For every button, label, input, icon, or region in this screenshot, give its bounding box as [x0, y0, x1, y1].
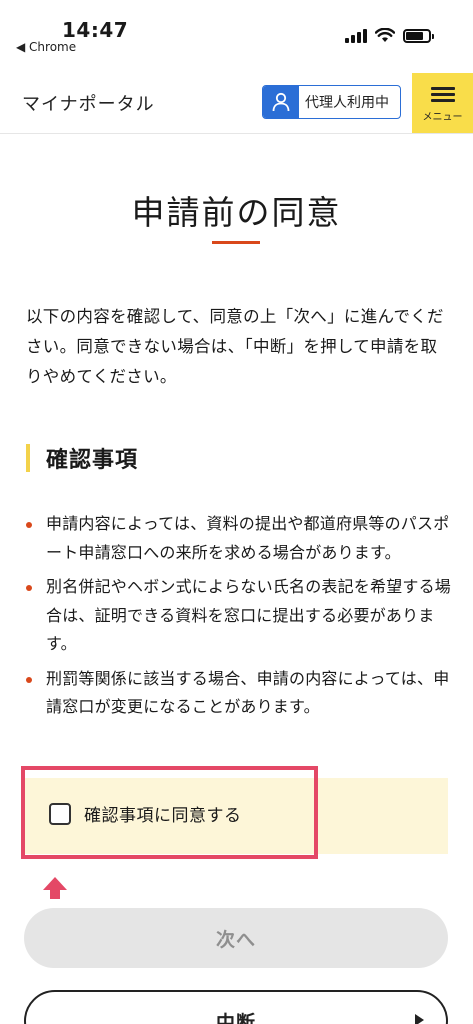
status-bar: 14:47 ◀ Chrome — [0, 0, 473, 62]
list-item: 別名併記やヘボン式によらない氏名の表記を希望する場合は、証明できる資料を窓口に提… — [26, 573, 452, 659]
menu-label: メニュー — [422, 111, 463, 123]
back-to-chrome-link[interactable]: ◀ Chrome — [16, 40, 76, 54]
status-icons — [345, 28, 434, 43]
suspend-button-label: 中断 — [215, 1012, 256, 1024]
proxy-badge-label: 代理人利用中 — [305, 95, 389, 111]
wifi-icon — [375, 28, 395, 43]
list-item-text: 別名併記やヘボン式によらない氏名の表記を希望する場合は、証明できる資料を窓口に提… — [46, 577, 452, 653]
person-icon — [263, 86, 299, 118]
section-heading: 確認事項 — [26, 442, 138, 474]
status-time: 14:47 — [62, 18, 129, 42]
bullet-icon — [26, 676, 32, 683]
section-title: 確認事項 — [46, 448, 139, 473]
site-header: マイナポータル 代理人利用中 メニュー — [0, 70, 473, 134]
confirmation-list: 申請内容によっては、資料の提出や都道府県等のパスポート申請窓口への来所を求める場… — [26, 510, 452, 728]
list-item: 申請内容によっては、資料の提出や都道府県等のパスポート申請窓口への来所を求める場… — [26, 510, 452, 567]
annotation-highlight-box — [21, 766, 318, 859]
next-button[interactable]: 次へ — [24, 908, 448, 968]
hamburger-icon — [430, 84, 455, 105]
title-underline — [212, 241, 260, 244]
site-logo[interactable]: マイナポータル — [22, 90, 155, 116]
signal-icon — [345, 28, 367, 43]
list-item-text: 申請内容によっては、資料の提出や都道府県等のパスポート申請窓口への来所を求める場… — [46, 514, 450, 562]
section-heading-bar — [26, 444, 30, 472]
battery-icon — [403, 28, 434, 43]
bullet-icon — [26, 522, 32, 528]
proxy-user-badge[interactable]: 代理人利用中 — [262, 85, 401, 119]
annotation-arrow-up-icon — [43, 877, 67, 899]
intro-text: 以下の内容を確認して、同意の上「次へ」に進んでください。同意できない場合は、「中… — [26, 307, 444, 386]
menu-button[interactable]: メニュー — [412, 73, 473, 133]
page-title: 申請前の同意 — [131, 193, 342, 232]
play-icon — [415, 1014, 424, 1024]
list-item-text: 刑罰等関係に該当する場合、申請の内容によっては、申請窓口が変更になることがありま… — [46, 668, 450, 717]
list-item: 刑罰等関係に該当する場合、申請の内容によっては、申請窓口が変更になることがありま… — [26, 665, 452, 722]
suspend-button[interactable]: 中断 — [24, 990, 448, 1024]
bullet-icon — [26, 585, 32, 591]
